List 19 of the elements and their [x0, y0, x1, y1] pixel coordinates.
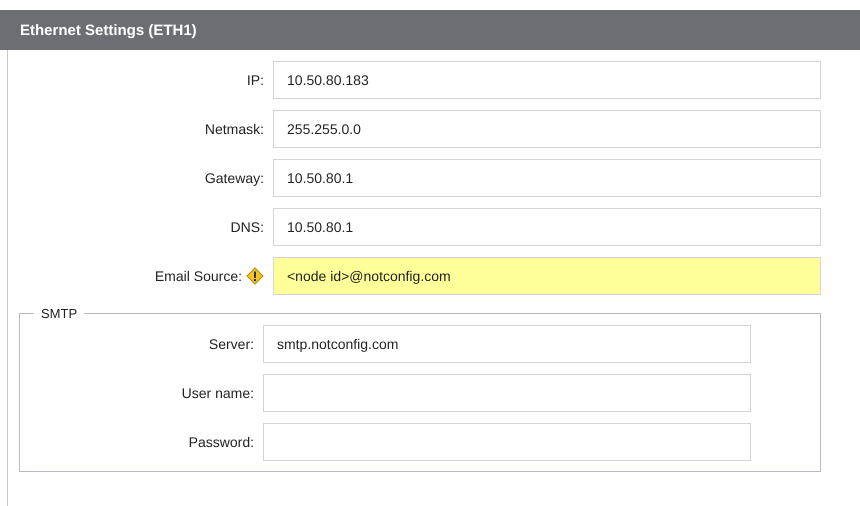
field-label: DNS: [230, 219, 264, 235]
input-field[interactable] [263, 423, 751, 461]
field-label: Email Source: [154, 268, 242, 284]
input-field[interactable] [263, 374, 751, 412]
field-label: Server: [208, 336, 254, 352]
field-label: User name: [182, 385, 254, 401]
input-field[interactable]: 10.50.80.183 [273, 61, 821, 99]
field-label: Password: [188, 434, 254, 450]
warning-icon [246, 267, 264, 285]
panel-title: Ethernet Settings (ETH1) [20, 22, 197, 38]
group-legend: SMTP [34, 306, 84, 321]
input-field[interactable]: 10.50.80.1 [273, 208, 821, 246]
input-field[interactable]: 10.50.80.1 [273, 159, 821, 197]
field-label: Netmask: [204, 121, 264, 137]
field-label: Gateway: [204, 170, 264, 186]
input-field[interactable]: smtp.notconfig.com [263, 325, 751, 363]
field-label: IP: [246, 72, 264, 88]
input-field[interactable]: 255.255.0.0 [273, 110, 821, 148]
input-field[interactable]: <node id>@notconfig.com [273, 257, 821, 295]
